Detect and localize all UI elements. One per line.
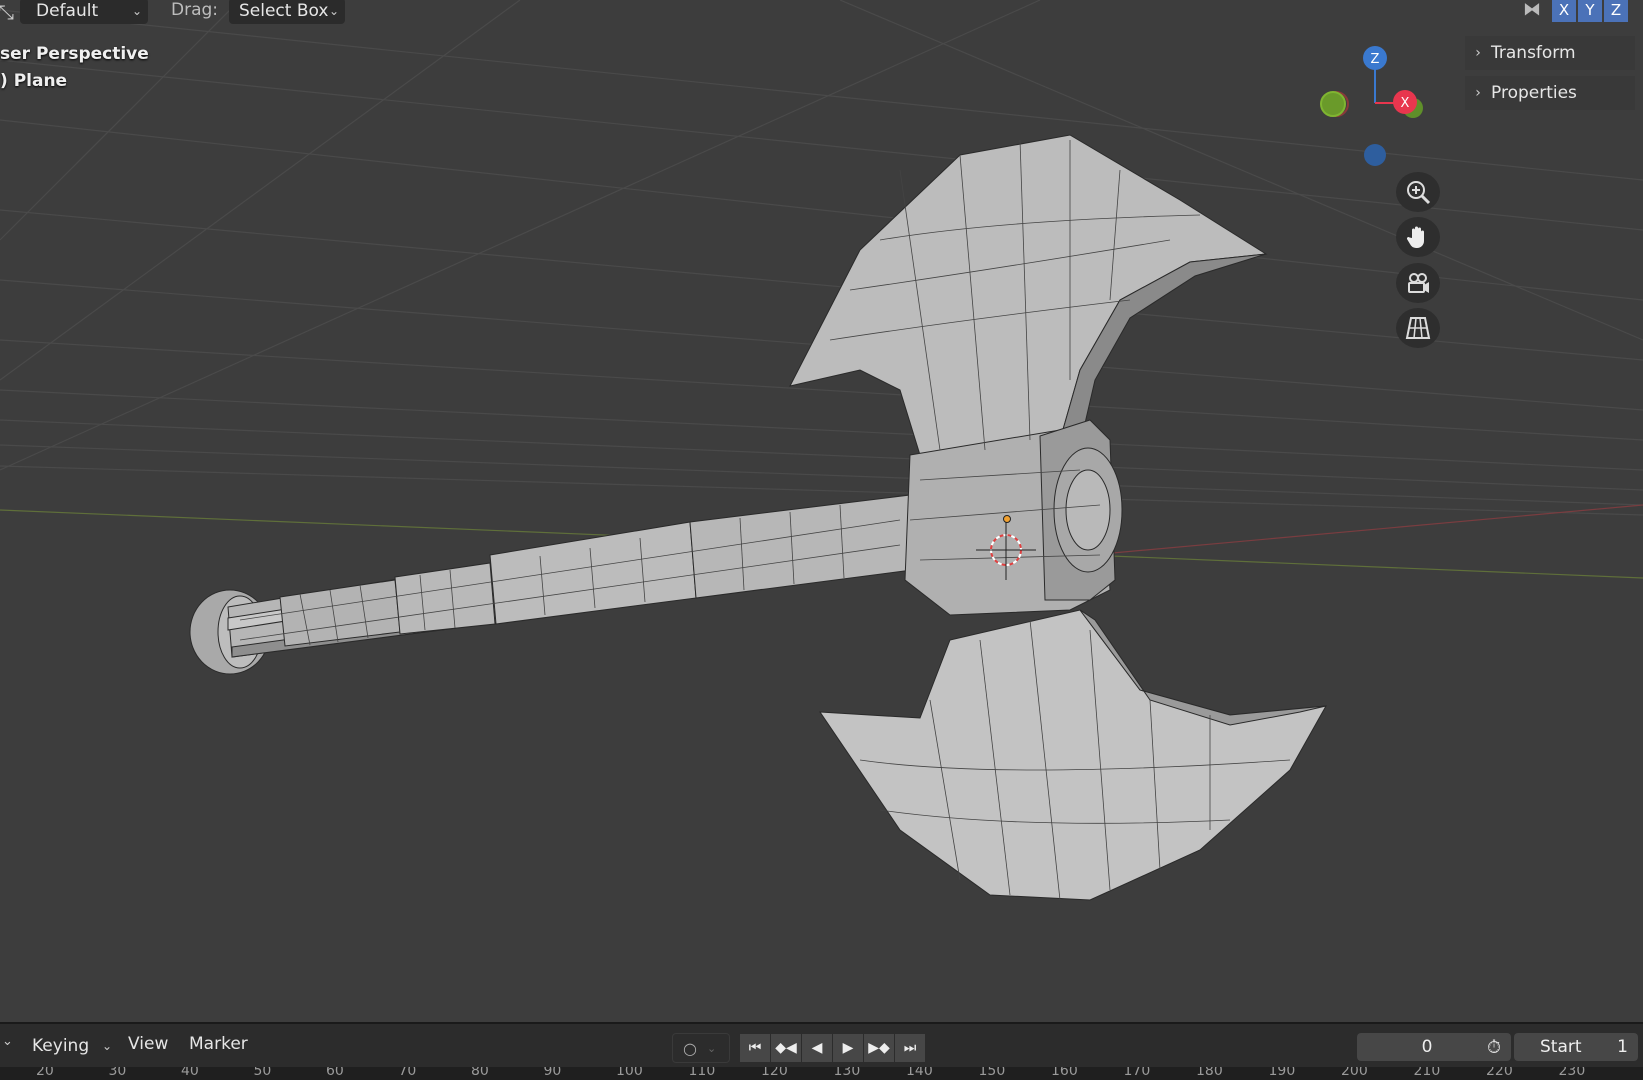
- ruler-tick-label: 120: [761, 1067, 788, 1079]
- timeline-header: ⌄ Keying ⌄ View Marker ○ ⌄ ⏮ ◆◀ ◀ ▶ ▶◆ ⏭…: [0, 1022, 1643, 1069]
- mirror-y-button[interactable]: Y: [1578, 0, 1602, 22]
- jump-end-button[interactable]: ⏭: [895, 1034, 925, 1062]
- y-axis-handle[interactable]: [1320, 91, 1346, 117]
- pan-hand-icon: [1406, 226, 1424, 248]
- ruler-tick-label: 180: [1196, 1067, 1223, 1079]
- transform-orientation-dropdown[interactable]: Default ⌄: [20, 0, 148, 24]
- chevron-down-icon: ⌄: [131, 4, 142, 18]
- editor-type-chevron-icon[interactable]: ⌄: [2, 1034, 13, 1049]
- play-reverse-icon: ◀: [811, 1040, 823, 1056]
- neg-z-handle[interactable]: [1364, 144, 1386, 166]
- camera-view-button[interactable]: [1396, 263, 1440, 303]
- 3d-viewport[interactable]: ⤡ Default ⌄ Drag: Select Box ⌄ ser Persp…: [0, 0, 1643, 1020]
- chevron-down-icon: ⌄: [328, 4, 339, 18]
- ruler-tick-label: 110: [688, 1067, 716, 1079]
- panel-transform-label: Transform: [1491, 43, 1576, 63]
- origin-point: [1003, 515, 1011, 523]
- next-keyframe-icon: ▶◆: [868, 1040, 890, 1056]
- mirror-z-label: Z: [1610, 1, 1622, 19]
- next-keyframe-button[interactable]: ▶◆: [864, 1034, 894, 1062]
- camera-icon: [1408, 273, 1429, 293]
- ruler-tick-label: 20: [36, 1067, 54, 1079]
- frame-ruler[interactable]: 20 30 40 50 60 70 80 90 100 110 120 130 140 150 160 170…: [0, 1067, 1643, 1080]
- drag-value: Select Box: [239, 1, 329, 21]
- start-label: Start: [1540, 1037, 1582, 1057]
- ruler-tick-label: 60: [326, 1067, 344, 1079]
- ruler-tick-label: 200: [1341, 1067, 1368, 1079]
- zoom-button[interactable]: [1396, 172, 1440, 212]
- panel-properties-label: Properties: [1491, 83, 1577, 103]
- chevron-down-icon: ⌄: [101, 1039, 112, 1053]
- view-name-label: ser Perspective: [0, 44, 149, 64]
- marker-menu[interactable]: Marker: [189, 1034, 248, 1054]
- chevron-right-icon: ›: [1475, 45, 1481, 61]
- view-menu[interactable]: View: [128, 1034, 168, 1054]
- zoom-icon: [1407, 181, 1431, 205]
- ruler-tick-label: 190: [1268, 1067, 1296, 1079]
- drag-label: Drag:: [171, 0, 219, 20]
- ruler-tick-label: 150: [978, 1067, 1006, 1079]
- ruler-tick-label: 130: [833, 1067, 861, 1079]
- start-frame-field[interactable]: Start 1: [1514, 1033, 1638, 1061]
- ruler-tick-label: 210: [1413, 1067, 1441, 1079]
- play-reverse-button[interactable]: ◀: [802, 1034, 832, 1062]
- mirror-x-button[interactable]: X: [1552, 0, 1576, 22]
- chevron-right-icon: ›: [1475, 85, 1481, 101]
- ruler-tick-label: 140: [906, 1067, 933, 1079]
- play-button[interactable]: ▶: [833, 1034, 863, 1062]
- orientation-value: Default: [36, 1, 99, 21]
- record-circle-icon: ○: [683, 1038, 697, 1058]
- mirror-butterfly-icon: ⧓: [1523, 0, 1541, 20]
- jump-end-icon: ⏭: [903, 1040, 917, 1056]
- orientation-icon: ⤡: [0, 0, 14, 24]
- keying-label: Keying: [32, 1036, 90, 1056]
- mirror-z-button[interactable]: Z: [1604, 0, 1628, 22]
- chevron-down-icon: ⌄: [706, 1041, 717, 1055]
- ruler-tick-label: 80: [471, 1067, 489, 1079]
- drag-select-dropdown[interactable]: Select Box ⌄: [229, 0, 345, 24]
- play-icon: ▶: [842, 1040, 854, 1056]
- mirror-y-label: Y: [1585, 1, 1595, 19]
- current-frame-value: 0: [1421, 1037, 1433, 1057]
- ruler-tick-label: 70: [398, 1067, 417, 1079]
- start-value: 1: [1617, 1037, 1628, 1057]
- jump-start-icon: ⏮: [748, 1040, 762, 1056]
- keying-menu[interactable]: Keying ⌄: [24, 1032, 112, 1060]
- ruler-tick-label: 90: [543, 1067, 562, 1079]
- ruler-tick-label: 100: [616, 1067, 643, 1079]
- prev-keyframe-icon: ◆◀: [775, 1040, 797, 1056]
- prev-keyframe-button[interactable]: ◆◀: [771, 1034, 801, 1062]
- panel-properties[interactable]: › Properties: [1465, 76, 1635, 110]
- current-frame-field[interactable]: 0: [1357, 1033, 1497, 1061]
- panel-transform[interactable]: › Transform: [1465, 36, 1635, 70]
- grid-icon: [1405, 317, 1431, 339]
- ruler-tick-label: 220: [1486, 1067, 1513, 1079]
- auto-keying-toggle[interactable]: ○ ⌄: [672, 1033, 730, 1063]
- stopwatch-icon: ⏱: [1486, 1036, 1502, 1058]
- perspective-toggle-button[interactable]: [1396, 308, 1440, 348]
- ruler-tick-label: 40: [181, 1067, 199, 1079]
- ruler-tick-label: 230: [1558, 1067, 1586, 1079]
- pan-button[interactable]: [1396, 217, 1440, 257]
- navigation-gizmo[interactable]: Z X: [1310, 40, 1450, 180]
- z-axis-label: Z: [1371, 52, 1380, 67]
- jump-start-button[interactable]: ⏮: [740, 1034, 770, 1062]
- ruler-tick-label: 160: [1051, 1067, 1078, 1079]
- ruler-tick-label: 170: [1123, 1067, 1151, 1079]
- axe-mesh[interactable]: [189, 134, 1327, 901]
- object-info-label: ) Plane: [0, 71, 68, 91]
- use-preview-range-button[interactable]: ⏱: [1477, 1033, 1511, 1061]
- x-axis-label: X: [1401, 96, 1410, 111]
- ruler-tick-label: 50: [253, 1067, 272, 1079]
- ruler-tick-label: 30: [108, 1067, 127, 1079]
- mirror-x-label: X: [1558, 1, 1570, 19]
